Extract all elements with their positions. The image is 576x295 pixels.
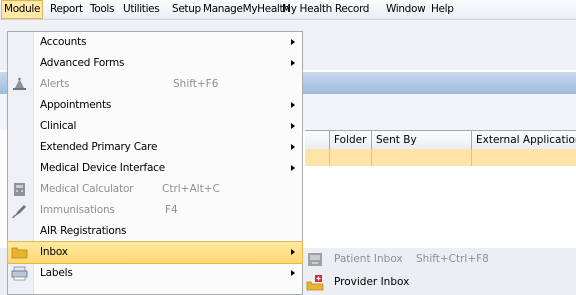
menu-module[interactable]: Module [1,0,44,19]
menu-item-label: Inbox [40,246,68,258]
submenu-arrow-icon [291,270,295,276]
menu-item-label: AIR Registrations [40,225,127,237]
menu-managemyhealth[interactable]: ManageMyHealth [201,0,292,19]
menu-item-shortcut: Shift+Ctrl+F8 [416,253,489,265]
inbox-submenu: Patient Inbox Shift+Ctrl+F8 Provider Inb… [303,248,576,295]
submenu-arrow-icon [291,249,295,255]
calculator-icon [14,183,25,196]
menu-setup[interactable]: Setup [170,0,203,19]
labels-icon [11,266,28,281]
menu-item-clinical[interactable]: Clinical [8,116,302,137]
menu-item-medical-calculator[interactable]: Medical Calculator Ctrl+Alt+C [8,179,302,200]
inbox-folder-icon [11,247,28,259]
menu-item-label: Labels [40,267,73,279]
alert-bell-icon [13,77,26,90]
menu-item-label: Medical Device Interface [40,162,166,174]
menu-item-advanced-forms[interactable]: Advanced Forms [8,53,302,74]
provider-inbox-icon [306,275,324,291]
submenu-arrow-icon [291,102,295,108]
menu-report[interactable]: Report [48,0,85,19]
menu-utilities[interactable]: Utilities [121,0,161,19]
menu-item-shortcut: F4 [165,204,178,216]
column-sent-by[interactable]: Sent By [371,131,471,149]
menu-item-patient-inbox[interactable]: Patient Inbox Shift+Ctrl+F8 [303,248,576,271]
menu-item-inbox[interactable]: Inbox [7,241,303,264]
table-cell [471,149,472,166]
submenu-arrow-icon [291,144,295,150]
table-cell [329,149,330,166]
menu-item-air-registrations[interactable]: AIR Registrations [8,221,302,242]
menu-bar: Module Report Tools Utilities Setup Mana… [0,0,576,20]
menu-item-alerts[interactable]: Alerts Shift+F6 [8,74,302,95]
menu-item-medical-device-interface[interactable]: Medical Device Interface [8,158,302,179]
table-cell [371,149,372,166]
menu-item-label: Accounts [40,36,87,48]
submenu-arrow-icon [291,39,295,45]
grid-header: Folder Sent By External Application [305,130,576,150]
menu-item-appointments[interactable]: Appointments [8,95,302,116]
menu-item-immunisations[interactable]: Immunisations F4 [8,200,302,221]
menu-item-label: Immunisations [40,204,115,216]
menu-window[interactable]: Window [384,0,427,19]
menu-item-label: Alerts [40,78,70,90]
submenu-arrow-icon [291,123,295,129]
submenu-arrow-icon [291,60,295,66]
syringe-icon [12,205,26,218]
menu-item-label: Provider Inbox [334,276,410,288]
menu-item-label: Medical Calculator [40,183,134,195]
menu-item-labels[interactable]: Labels [8,263,302,284]
column-folder[interactable]: Folder [329,131,371,149]
menu-item-label: Extended Primary Care [40,141,158,153]
submenu-arrow-icon [291,165,295,171]
menu-item-label: Clinical [40,120,77,132]
menu-tools[interactable]: Tools [88,0,116,19]
menu-help[interactable]: Help [429,0,456,19]
column-external-application[interactable]: External Application [471,131,576,149]
menu-item-shortcut: Ctrl+Alt+C [162,183,220,195]
menu-item-provider-inbox[interactable]: Provider Inbox [303,271,576,294]
menu-item-accounts[interactable]: Accounts [8,32,302,53]
table-row[interactable] [305,149,576,166]
patient-inbox-icon [308,253,322,266]
menu-item-extended-primary-care[interactable]: Extended Primary Care [8,137,302,158]
menu-item-shortcut: Shift+F6 [173,78,219,90]
module-menu: Accounts Advanced Forms Alerts Shift+F6 … [7,31,303,295]
menu-my-health-record[interactable]: My Health Record [280,0,371,19]
menu-item-label: Appointments [40,99,112,111]
menu-item-label: Patient Inbox [334,253,403,265]
menu-item-label: Advanced Forms [40,57,125,69]
